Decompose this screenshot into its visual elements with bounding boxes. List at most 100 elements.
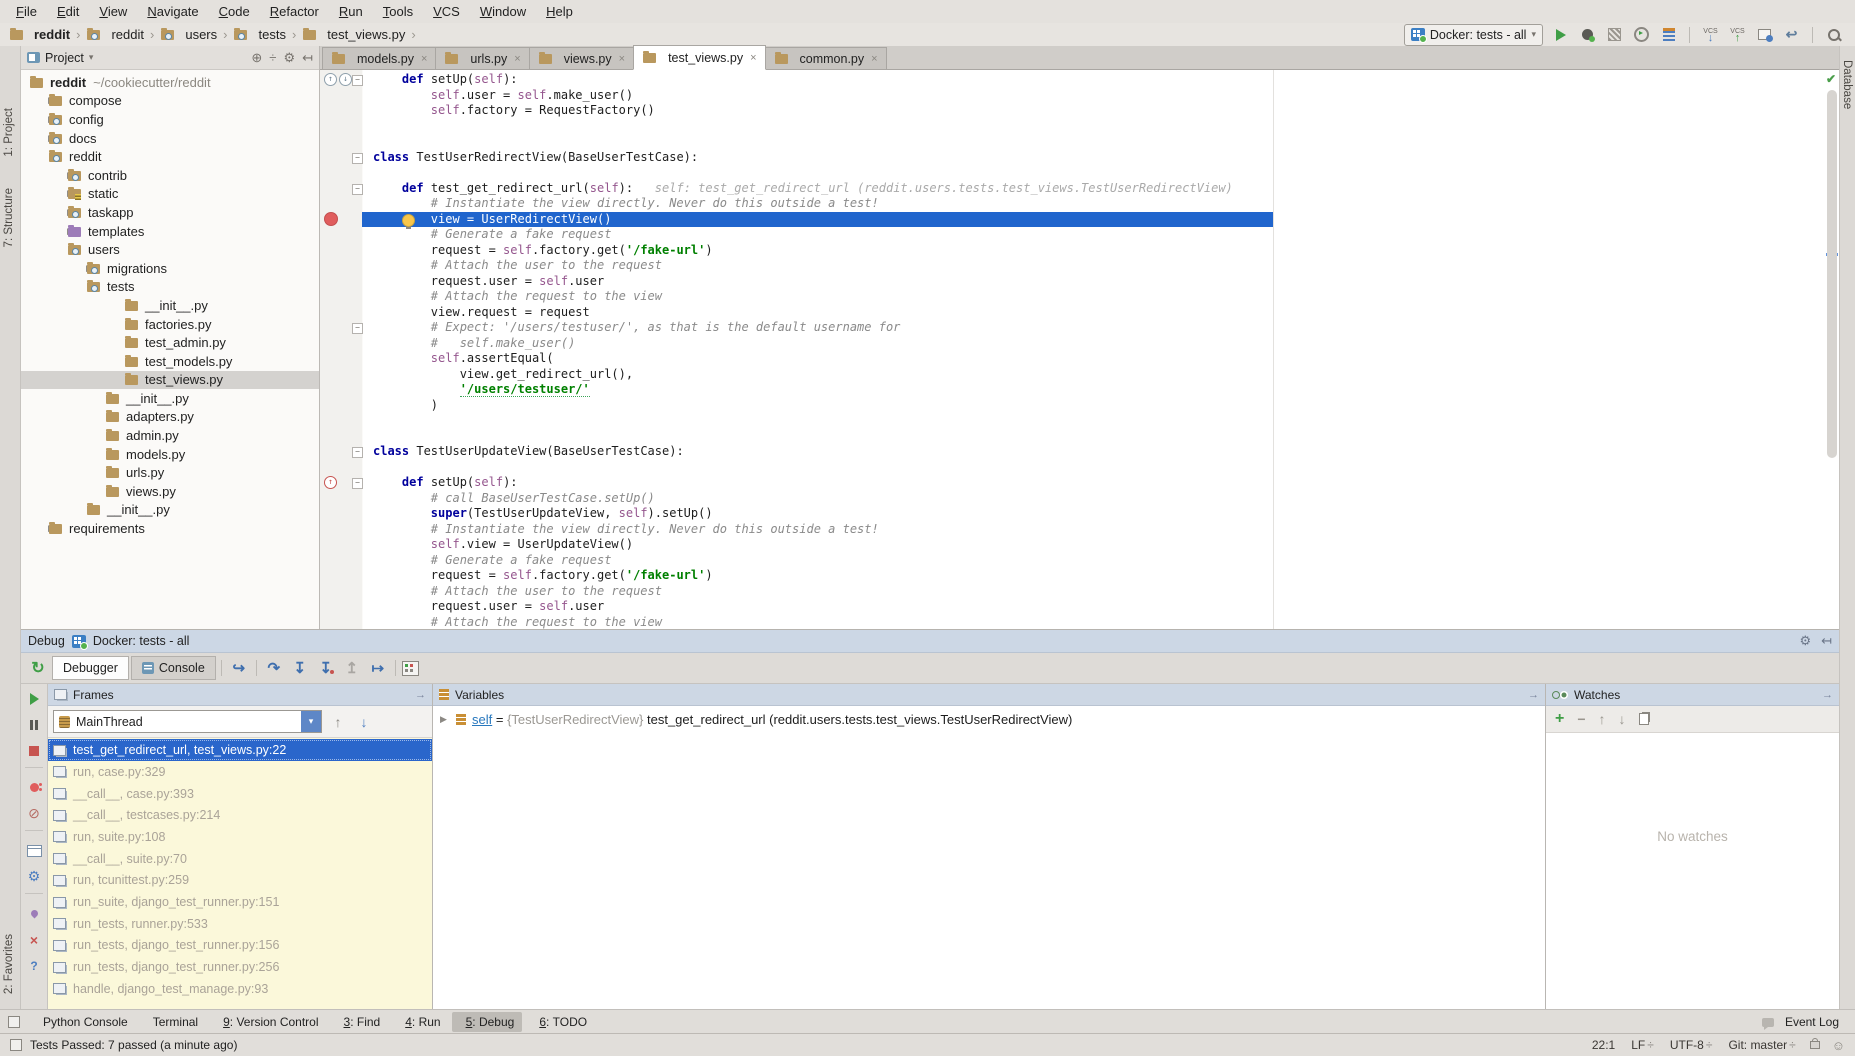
toolwindow-button[interactable]: 6TODO [525,1012,595,1032]
code-line[interactable]: '/users/testuser/' [320,382,1839,398]
editor-gutter-cell[interactable]: ↑− [320,475,366,491]
breadcrumb-item[interactable]: tests [230,26,288,43]
menu-item[interactable]: Edit [47,2,89,21]
debug-settings-icon[interactable]: ⚙ [1799,633,1811,649]
fold-marker-icon[interactable]: − [352,447,363,458]
code-line[interactable]: view.get_redirect_url(), [320,367,1839,383]
editor-gutter-cell[interactable] [320,289,366,305]
editor-gutter-cell[interactable] [320,119,366,135]
code-line[interactable]: self.factory = RequestFactory() [320,103,1839,119]
stack-frame-row[interactable]: run_tests, django_test_runner.py:156 [48,935,432,957]
stack-frame-row[interactable]: run_tests, django_test_runner.py:256 [48,956,432,978]
inspections-ok-icon[interactable]: ✔ [1826,72,1836,86]
force-step-into-button[interactable]: ↧ [314,658,338,678]
editor-tab[interactable]: urls.py × [435,47,529,69]
editor-gutter-cell[interactable] [320,382,366,398]
code-line[interactable] [320,413,1839,429]
previous-frame-button[interactable]: ↑ [328,714,348,730]
code-line[interactable] [320,119,1839,135]
tree-row[interactable]: test_models.py [21,352,319,371]
editor-gutter-cell[interactable] [320,305,366,321]
editor-gutter-cell[interactable] [320,134,366,150]
editor-gutter-cell[interactable] [320,165,366,181]
help-button[interactable]: ? [25,956,44,975]
debug-button[interactable] [1578,25,1597,44]
editor-gutter-cell[interactable] [320,506,366,522]
toolwindow-button[interactable]: 4Run [391,1012,448,1032]
resume-button[interactable] [25,689,44,708]
editor-gutter-cell[interactable]: − [320,181,366,197]
thread-dropdown-icon[interactable]: ▾ [301,711,321,732]
current-execution-line[interactable]: view = UserRedirectView() [320,212,1839,228]
hide-panel-button[interactable]: ↤ [302,50,313,66]
editor-gutter-cell[interactable]: ↑↓− [320,72,366,88]
toolwindow-button[interactable]: Python Console [29,1012,136,1032]
menu-item[interactable]: Tools [373,2,423,21]
code-line[interactable]: − def test_get_redirect_url(self): self:… [320,181,1839,197]
step-into-button[interactable]: ↧ [288,658,312,678]
tree-row[interactable]: adapters.py [21,408,319,427]
tree-row[interactable]: static [21,185,319,204]
fold-marker-icon[interactable]: − [352,478,363,489]
editor-gutter-cell[interactable] [320,522,366,538]
editor-gutter-cell[interactable] [320,88,366,104]
run-configuration-select[interactable]: Docker: tests - all ▾ [1404,24,1543,46]
code-line[interactable]: self.view = UserUpdateView() [320,537,1839,553]
move-watch-up-button[interactable]: ↑ [1599,711,1606,727]
tree-row[interactable]: users [21,240,319,259]
code-line[interactable]: # Attach the user to the request [320,258,1839,274]
tree-row[interactable]: contrib [21,166,319,185]
editor-gutter-cell[interactable] [320,274,366,290]
editor-gutter-cell[interactable] [320,553,366,569]
editor-gutter-cell[interactable] [320,398,366,414]
tree-row[interactable]: views.py [21,482,319,501]
code-line[interactable]: −class TestUserUpdateView(BaseUserTestCa… [320,444,1839,460]
toolwindow-button[interactable]: 9Version Control [209,1012,326,1032]
project-panel-title[interactable]: Project ▾ [27,51,93,65]
fold-marker-icon[interactable]: − [352,184,363,195]
code-line[interactable]: ↑↓− def setUp(self): [320,72,1839,88]
run-button[interactable] [1551,25,1570,44]
locate-file-button[interactable]: ⊕ [251,50,262,66]
status-widget[interactable]: UTF-8÷ [1670,1038,1713,1052]
code-line[interactable]: request.user = self.user [320,599,1839,615]
tree-row[interactable]: migrations [21,259,319,278]
status-widget[interactable]: 22:1 [1592,1038,1615,1052]
editor-gutter-cell[interactable] [320,429,366,445]
editor-body[interactable]: ↑↓− def setUp(self): self.user = self.ma… [320,70,1839,629]
inspector-profile-icon[interactable]: ☺ [1832,1038,1845,1053]
code-line[interactable]: # Generate a fake request [320,227,1839,243]
stop-button[interactable] [25,741,44,760]
restore-layout-button[interactable] [25,841,44,860]
editor-gutter-cell[interactable] [320,258,366,274]
menu-item[interactable]: Window [470,2,536,21]
tree-row[interactable]: taskapp [21,203,319,222]
pin-tab-button[interactable] [25,904,44,923]
editor-gutter-cell[interactable] [320,584,366,600]
code-line[interactable]: self.user = self.make_user() [320,88,1839,104]
panel-settings-icon[interactable]: → [1822,689,1833,701]
code-line[interactable]: # Generate a fake request [320,553,1839,569]
editor-gutter-cell[interactable] [320,103,366,119]
coverage-button[interactable] [1605,25,1624,44]
tree-row[interactable]: reddit ~/cookiecutter/reddit [21,73,319,92]
code-line[interactable]: view.request = request [320,305,1839,321]
stack-frame-row[interactable]: __call__, testcases.py:214 [48,804,432,826]
menu-item[interactable]: Run [329,2,373,21]
editor-gutter-cell[interactable]: − [320,444,366,460]
stack-frame-row[interactable]: __call__, suite.py:70 [48,848,432,870]
breadcrumb-item[interactable]: test_views.py [299,26,408,43]
breadcrumb-item[interactable]: users [157,26,220,43]
close-tab-icon[interactable]: × [871,53,877,65]
view-breakpoints-button[interactable] [25,778,44,797]
tree-row[interactable]: models.py [21,445,319,464]
debugger-settings-button[interactable]: ⚙ [25,867,44,886]
close-tab-icon[interactable]: × [750,52,756,64]
editor-tab[interactable]: views.py × [529,47,634,69]
step-over-button[interactable]: ↷ [262,658,286,678]
menu-item[interactable]: File [6,2,47,21]
code-line[interactable]: ) [320,398,1839,414]
vcs-update-button[interactable]: VCS↓ [1701,25,1720,44]
menu-item[interactable]: Refactor [260,2,329,21]
stack-frame-row[interactable]: run_tests, runner.py:533 [48,913,432,935]
